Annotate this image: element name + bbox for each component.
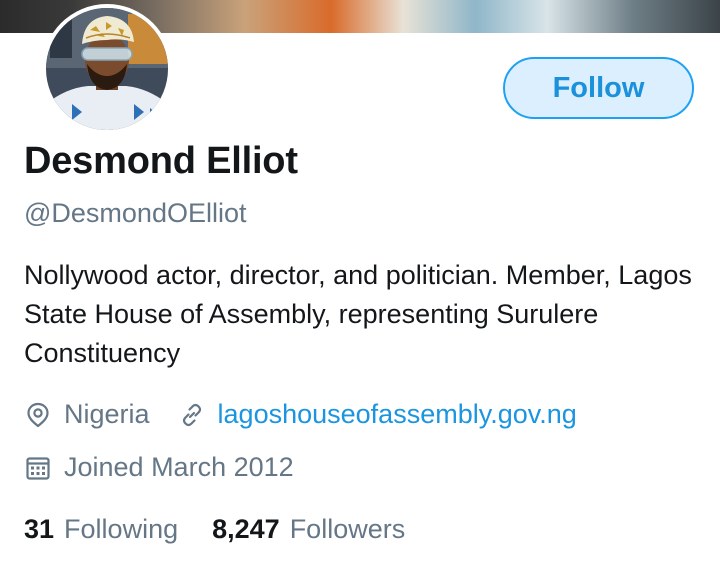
profile-page: Follow Desmond Elliot @DesmondOElliot No… [0, 0, 720, 574]
following-count: 31 [24, 514, 55, 544]
joined-date-text: Joined March 2012 [64, 452, 294, 482]
followers-label: Followers [289, 514, 406, 544]
following-label: Following [64, 514, 179, 544]
link-icon [178, 401, 206, 429]
follow-button[interactable]: Follow [503, 57, 694, 119]
profile-meta-row: Nigeria lagoshouseofassembly.gov.ng [24, 399, 577, 430]
website-link[interactable]: lagoshouseofassembly.gov.ng [218, 399, 577, 430]
avatar[interactable] [46, 8, 168, 130]
profile-handle: @DesmondOElliot [24, 198, 247, 228]
profile-bio: Nollywood actor, director, and politicia… [24, 260, 692, 368]
location-text: Nigeria [64, 399, 150, 429]
following-stat[interactable]: 31 Following [24, 514, 178, 545]
followers-stat[interactable]: 8,247 Followers [212, 514, 405, 545]
profile-joined-row: Joined March 2012 [24, 452, 294, 483]
profile-stats: 31 Following 8,247 Followers [24, 514, 405, 545]
profile-display-name: Desmond Elliot [24, 140, 298, 182]
avatar-photo [46, 8, 168, 130]
map-pin-icon [24, 401, 52, 429]
followers-count: 8,247 [212, 514, 280, 544]
calendar-icon [24, 454, 52, 482]
